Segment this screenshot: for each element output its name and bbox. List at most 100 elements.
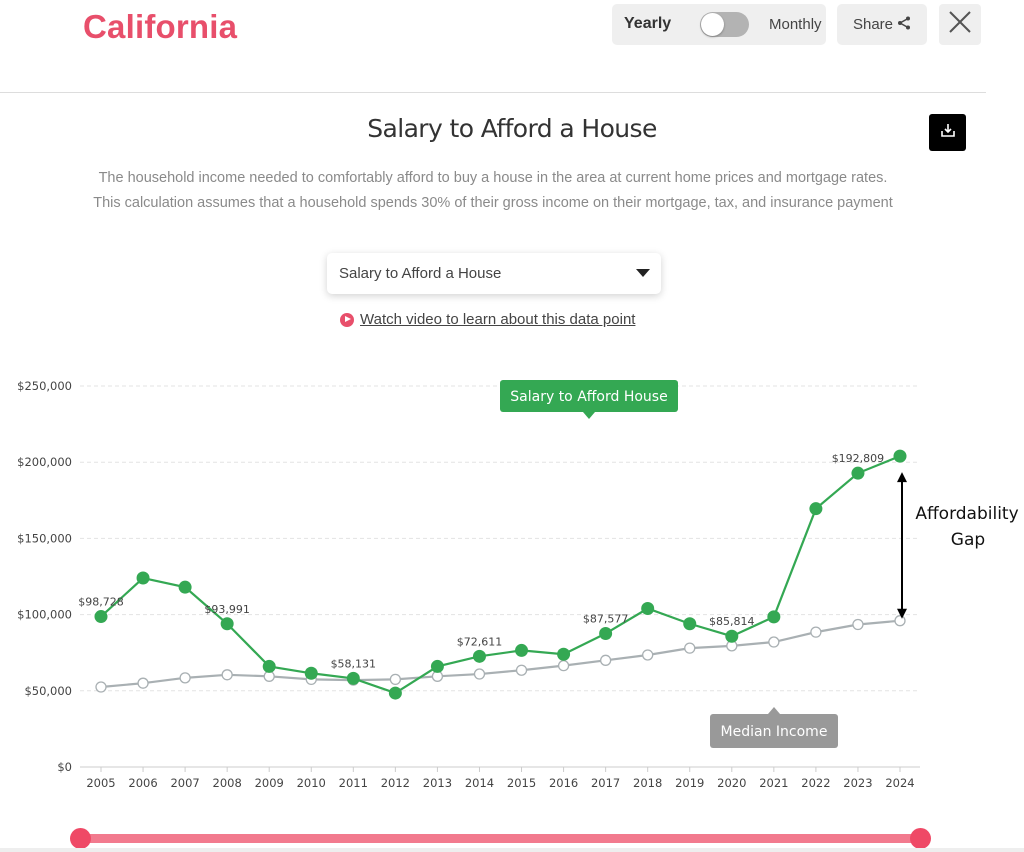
x-tick-label: 2005	[86, 776, 115, 790]
watch-video-link[interactable]: Watch video to learn about this data poi…	[340, 311, 635, 328]
data-label: $192,809	[832, 452, 885, 465]
median-income-point	[179, 672, 191, 684]
median-tag-pointer	[768, 707, 780, 714]
salary-point	[893, 449, 907, 463]
chart-title: Salary to Afford a House	[367, 114, 657, 143]
x-tick-label: 2015	[507, 776, 536, 790]
salary-point	[430, 659, 444, 673]
data-label: $85,814	[709, 615, 755, 628]
salary-point	[683, 617, 697, 631]
salary-point	[851, 466, 865, 480]
x-tick-label: 2021	[759, 776, 788, 790]
median-income-point	[515, 664, 528, 676]
salary-point	[262, 659, 276, 673]
chart-description: The household income needed to comfortab…	[93, 170, 893, 211]
salary-point	[809, 502, 823, 516]
salary-series-tag-label: Salary to Afford House	[510, 389, 667, 405]
salary-line	[100, 455, 901, 695]
median-income-point	[137, 677, 149, 689]
x-tick-label: 2010	[297, 776, 326, 790]
x-tick-label: 2023	[843, 776, 872, 790]
x-tick-label: 2012	[381, 776, 410, 790]
data-label: $98,728	[78, 596, 124, 609]
median-income-point	[599, 654, 612, 666]
y-tick-label: $0	[57, 760, 72, 774]
close-icon	[948, 10, 972, 39]
salary-point	[94, 610, 108, 624]
data-label: $93,991	[204, 603, 250, 616]
x-tick-label: 2009	[255, 776, 284, 790]
y-tick-label: $50,000	[24, 684, 72, 698]
median-income-point	[768, 636, 780, 648]
x-tick-label: 2022	[801, 776, 830, 790]
salary-point	[178, 580, 192, 594]
share-label: Share	[852, 16, 894, 33]
x-tick-label: 2014	[465, 776, 494, 790]
median-income-point	[95, 681, 107, 693]
line-chart: $0 $50,000 $100,000 $150,000 $200,000 $250,00…	[17, 379, 1019, 790]
year-range-slider[interactable]	[70, 828, 932, 850]
x-tick-label: 2007	[170, 776, 199, 790]
y-tick-label: $250,000	[17, 379, 72, 393]
salary-point	[515, 643, 529, 657]
period-toggle-group: Yearly Monthly	[612, 4, 826, 45]
salary-point	[557, 647, 571, 661]
x-tick-label: 2011	[339, 776, 368, 790]
x-tick-label: 2013	[423, 776, 452, 790]
data-label: $72,611	[457, 635, 503, 648]
x-tick-label: 2024	[885, 776, 914, 790]
salary-point	[220, 617, 234, 631]
salary-point	[641, 602, 655, 616]
x-tick-label: 2008	[213, 776, 242, 790]
share-button[interactable]: Share	[837, 4, 927, 45]
metric-dropdown[interactable]: Salary to Afford a House	[327, 253, 661, 294]
download-icon	[940, 122, 956, 143]
x-tick-label: 2020	[717, 776, 746, 790]
download-button[interactable]	[929, 114, 966, 151]
yearly-label[interactable]: Yearly	[624, 15, 671, 33]
data-label: $58,131	[331, 657, 377, 670]
play-icon	[340, 312, 354, 327]
x-tick-label: 2016	[549, 776, 578, 790]
x-tick-label: 2017	[591, 776, 620, 790]
salary-point	[388, 686, 402, 700]
gap-arrow-head-up	[897, 472, 907, 483]
range-start-handle[interactable]	[70, 828, 91, 849]
median-income-point	[642, 649, 654, 661]
salary-point	[767, 610, 781, 624]
median-income-point	[894, 615, 906, 627]
toggle-knob	[701, 13, 724, 36]
affordability-gap-label-line2: Gap	[951, 530, 985, 550]
x-tick-label: 2019	[675, 776, 704, 790]
median-income-point	[810, 626, 822, 638]
salary-point	[472, 649, 486, 663]
median-income-point	[221, 669, 233, 681]
salary-point	[346, 671, 360, 685]
median-income-point	[389, 673, 402, 686]
video-link-text: Watch video to learn about this data poi…	[360, 311, 636, 328]
monthly-label[interactable]: Monthly	[769, 16, 822, 33]
data-label: $87,577	[583, 613, 629, 626]
median-income-point	[852, 618, 864, 631]
share-icon	[897, 16, 911, 34]
median-income-tag-label: Median Income	[721, 724, 828, 740]
x-tick-label: 2018	[633, 776, 662, 790]
salary-tag-pointer	[583, 412, 595, 419]
y-tick-label: $200,000	[17, 455, 72, 469]
state-title: California	[83, 8, 238, 45]
median-income-point	[557, 660, 570, 672]
period-toggle-switch[interactable]	[700, 12, 749, 37]
caret-down-icon	[636, 269, 650, 277]
range-slider-track[interactable]	[80, 834, 920, 843]
y-tick-label: $150,000	[17, 531, 72, 545]
salary-point	[136, 571, 150, 585]
salary-point	[725, 629, 739, 643]
salary-point	[599, 627, 613, 641]
header-divider	[0, 92, 986, 93]
range-end-handle[interactable]	[910, 828, 931, 849]
y-tick-label: $100,000	[17, 608, 72, 622]
median-income-point	[684, 642, 696, 654]
median-income-point	[473, 668, 486, 680]
bottom-border	[0, 848, 1024, 852]
close-button[interactable]	[939, 4, 981, 45]
